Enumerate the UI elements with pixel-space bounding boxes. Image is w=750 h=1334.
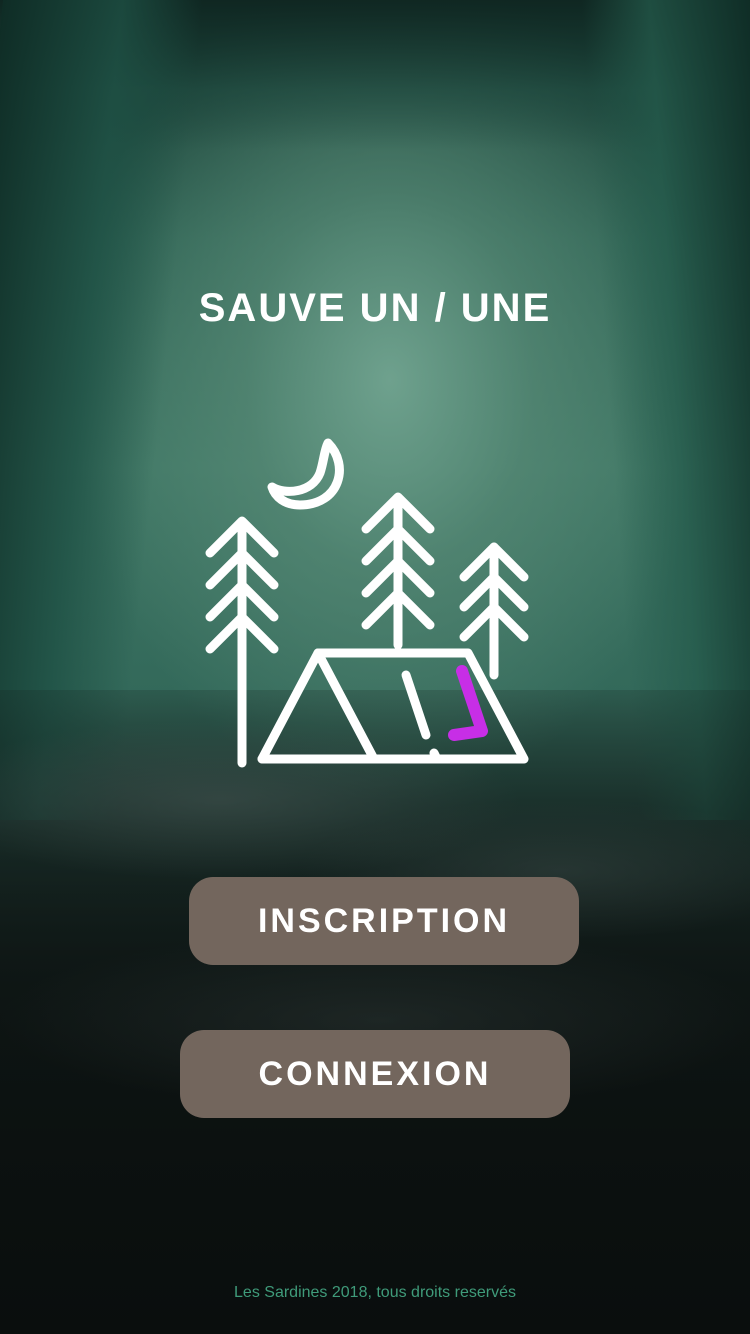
tree-left-icon — [205, 516, 279, 768]
camping-logo-icon — [205, 438, 529, 768]
moon-icon — [267, 438, 344, 510]
tent-icon — [257, 648, 529, 764]
sleeping-bag-foreground — [0, 690, 750, 1334]
connexion-button[interactable]: CONNEXION — [180, 1030, 570, 1118]
footer-copyright: Les Sardines 2018, tous droits reservés — [234, 1284, 516, 1301]
inscription-button[interactable]: INSCRIPTION — [189, 877, 579, 965]
tree-middle-icon — [361, 492, 435, 650]
app-title: SAUVE UN / UNE — [198, 286, 552, 330]
welcome-screen: SAUVE UN / UNE INSCRIPTION CONNEXION Les… — [0, 0, 750, 1334]
